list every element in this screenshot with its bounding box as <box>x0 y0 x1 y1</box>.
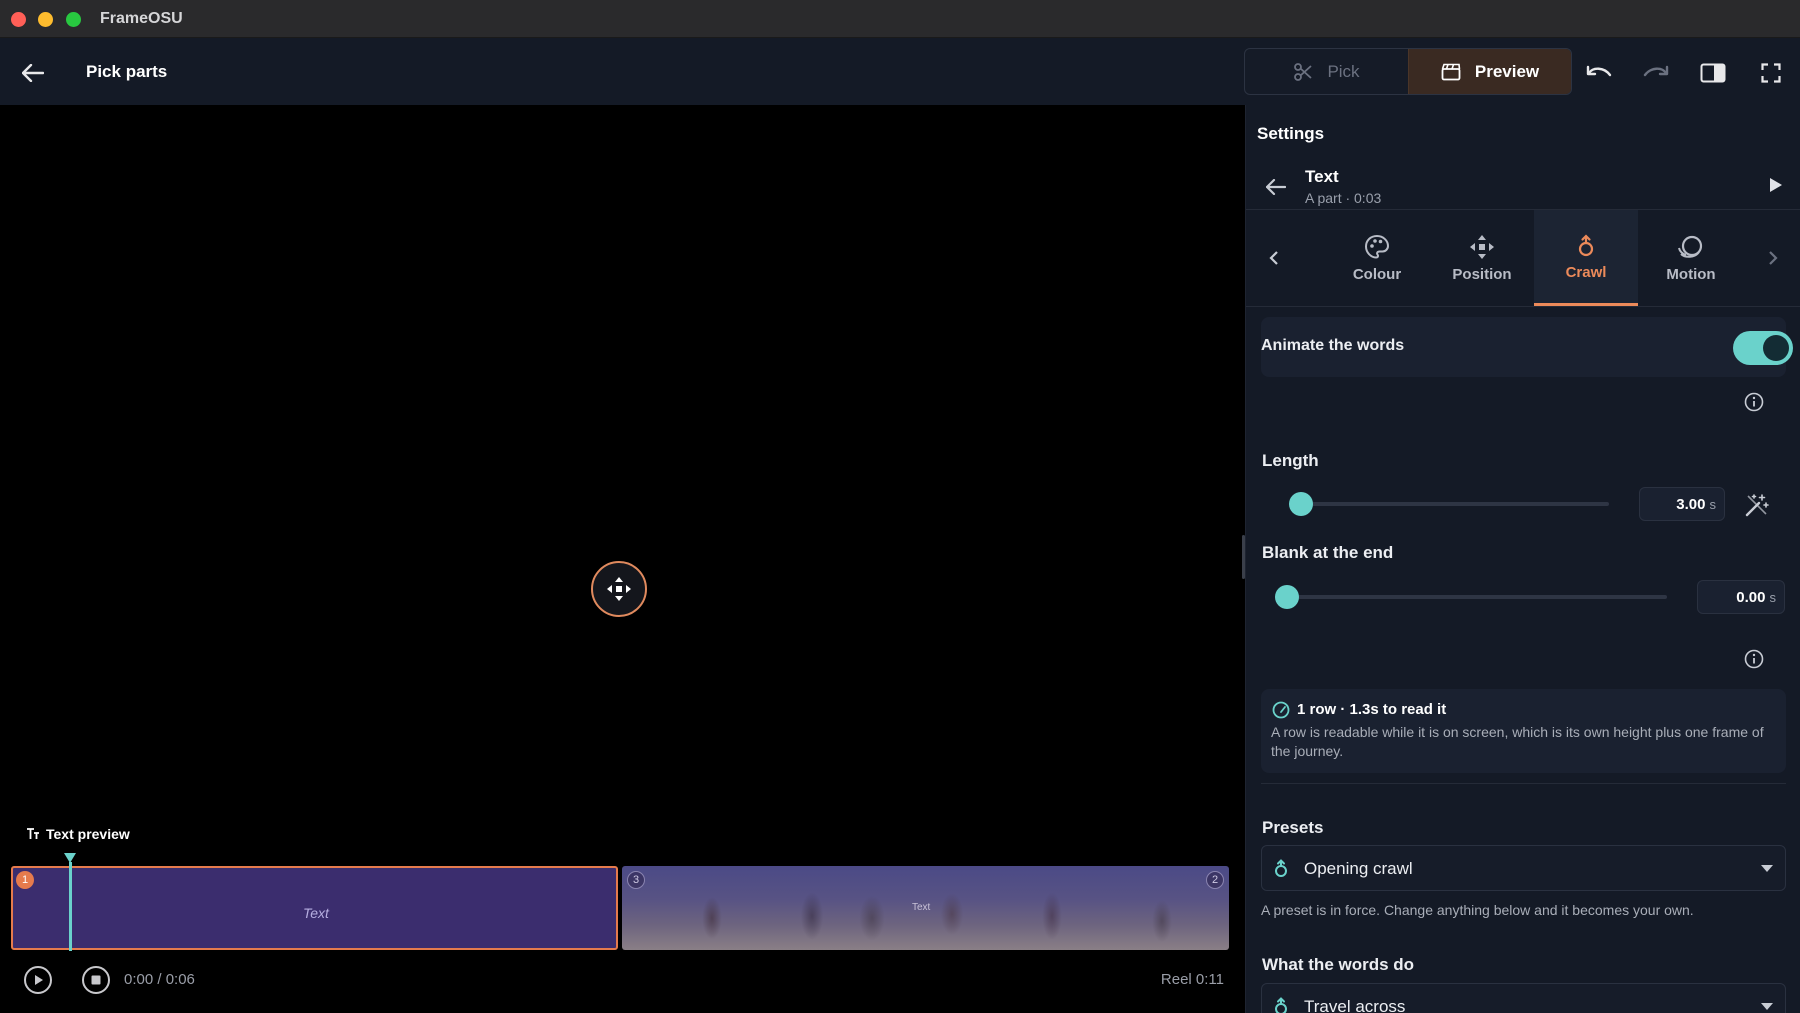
close-window-button[interactable] <box>11 12 26 27</box>
length-slider[interactable] <box>1289 502 1609 506</box>
info-icon <box>1744 392 1764 412</box>
settings-tabs: Colour Position Crawl Motion <box>1246 210 1800 306</box>
length-value-field[interactable]: 3.00 s <box>1639 487 1725 521</box>
play-icon <box>35 975 43 985</box>
toggle-knob <box>1763 335 1789 361</box>
back-button[interactable] <box>18 58 48 88</box>
words-behaviour-dropdown[interactable]: Travel across <box>1261 983 1786 1013</box>
settings-title: Settings <box>1257 124 1325 143</box>
zoom-window-button[interactable] <box>66 12 81 27</box>
blank-label: Blank at the end <box>1262 543 1394 562</box>
crawl-icon <box>1275 997 1287 1013</box>
clapperboard-icon <box>1441 63 1461 80</box>
item-back-button[interactable] <box>1262 173 1290 201</box>
blank-slider[interactable] <box>1275 595 1667 599</box>
animate-words-row: Animate the words <box>1261 317 1793 377</box>
preview-mode-label: Preview <box>1474 61 1540 81</box>
readability-card: 1 row · 1.3s to read it A row is readabl… <box>1261 689 1786 773</box>
timeline-clip-2[interactable]: 3 2 Text <box>622 866 1229 950</box>
redo-button[interactable] <box>1641 58 1671 88</box>
track-label: Text preview <box>26 826 130 842</box>
title-bar: FrameOSU <box>0 0 1800 38</box>
preview-mode-button[interactable]: Preview <box>1408 49 1571 94</box>
move-icon <box>1470 234 1494 259</box>
fullscreen-button[interactable] <box>1756 58 1786 88</box>
presets-selected: Opening crawl <box>1304 859 1413 878</box>
presets-note: A preset is in force. Change anything be… <box>1261 902 1694 918</box>
animate-words-toggle[interactable] <box>1733 331 1793 365</box>
presets-label: Presets <box>1262 818 1324 837</box>
timeline-clip-1[interactable]: 1 Text <box>11 866 618 950</box>
divider <box>1261 783 1786 784</box>
length-slider-thumb[interactable] <box>1289 492 1313 516</box>
clip-text-label: Text <box>912 902 931 913</box>
words-behaviour-label: What the words do <box>1262 955 1415 974</box>
chevron-right-icon <box>1769 251 1778 265</box>
pick-mode-label: Pick <box>1327 61 1360 81</box>
text-type-icon <box>27 828 39 839</box>
playhead[interactable] <box>69 862 72 951</box>
tabs-prev-button[interactable] <box>1262 244 1286 272</box>
info-icon <box>1744 649 1764 669</box>
blank-slider-thumb[interactable] <box>1275 585 1299 609</box>
info-button[interactable] <box>1744 649 1764 669</box>
undo-icon <box>1586 65 1612 77</box>
chevron-left-icon <box>1269 251 1278 265</box>
app-title: FrameOSU <box>100 10 183 27</box>
scissors-icon <box>1294 62 1313 81</box>
page-title: Pick parts <box>86 62 168 81</box>
clip-number-badge: 3 <box>627 871 645 889</box>
mode-switch: Pick Preview <box>1244 48 1572 95</box>
clip-number-badge: 2 <box>1206 871 1224 889</box>
presets-dropdown[interactable]: Opening crawl <box>1261 845 1786 891</box>
palette-icon <box>1364 234 1390 259</box>
blank-value-field[interactable]: 0.00 s <box>1697 580 1785 614</box>
preview-canvas[interactable] <box>0 105 1242 860</box>
undo-button[interactable] <box>1584 58 1614 88</box>
tabs-next-button[interactable] <box>1761 244 1785 272</box>
move-handle[interactable] <box>591 561 647 617</box>
readability-body: A row is readable while it is on screen,… <box>1271 724 1764 759</box>
words-behaviour-selected: Travel across <box>1304 997 1406 1013</box>
tab-crawl[interactable]: Crawl <box>1534 210 1638 306</box>
redo-icon <box>1643 65 1669 77</box>
side-panel-icon <box>1700 63 1726 83</box>
top-toolbar: Pick parts Pick Preview <box>0 38 1800 105</box>
tab-motion[interactable]: Motion <box>1639 210 1743 306</box>
auto-length-button[interactable] <box>1742 490 1772 520</box>
tab-colour[interactable]: Colour <box>1325 210 1429 306</box>
clip-text-label: Text <box>303 905 329 921</box>
reel-duration: Reel 0:11 <box>1160 971 1224 988</box>
tab-position[interactable]: Position <box>1430 210 1534 306</box>
item-subtitle: A part · 0:03 <box>1305 190 1382 206</box>
back-arrow-icon <box>1266 179 1286 195</box>
minimize-window-button[interactable] <box>38 12 53 27</box>
motion-icon <box>1678 235 1703 258</box>
item-title: Text <box>1305 167 1339 186</box>
chevron-down-icon <box>1761 865 1773 872</box>
timecode: 0:00 / 0:06 <box>124 971 195 988</box>
play-icon <box>1770 178 1782 192</box>
divider <box>1246 306 1800 307</box>
animate-words-label: Animate the words <box>1261 337 1405 354</box>
info-button[interactable] <box>1744 392 1764 412</box>
fullscreen-icon <box>1761 63 1781 83</box>
item-play-button[interactable] <box>1764 173 1788 197</box>
pick-mode-button[interactable]: Pick <box>1245 49 1408 94</box>
toggle-side-panel-button[interactable] <box>1698 58 1728 88</box>
stop-button[interactable] <box>82 966 110 994</box>
stop-icon <box>91 975 101 985</box>
length-label: Length <box>1262 451 1319 470</box>
back-arrow-icon <box>22 64 44 82</box>
crawl-icon <box>1275 859 1287 877</box>
magic-wand-icon <box>1745 494 1769 517</box>
readability-title: 1 row · 1.3s to read it <box>1297 701 1447 718</box>
chevron-down-icon <box>1761 1003 1773 1010</box>
clip-number-badge: 1 <box>16 871 34 889</box>
play-button[interactable] <box>24 966 52 994</box>
gauge-icon <box>1272 701 1290 719</box>
settings-panel: Settings Text A part · 0:03 Colour Posit… <box>1245 105 1800 1013</box>
move-icon <box>607 577 631 601</box>
crawl-icon <box>1578 234 1594 257</box>
